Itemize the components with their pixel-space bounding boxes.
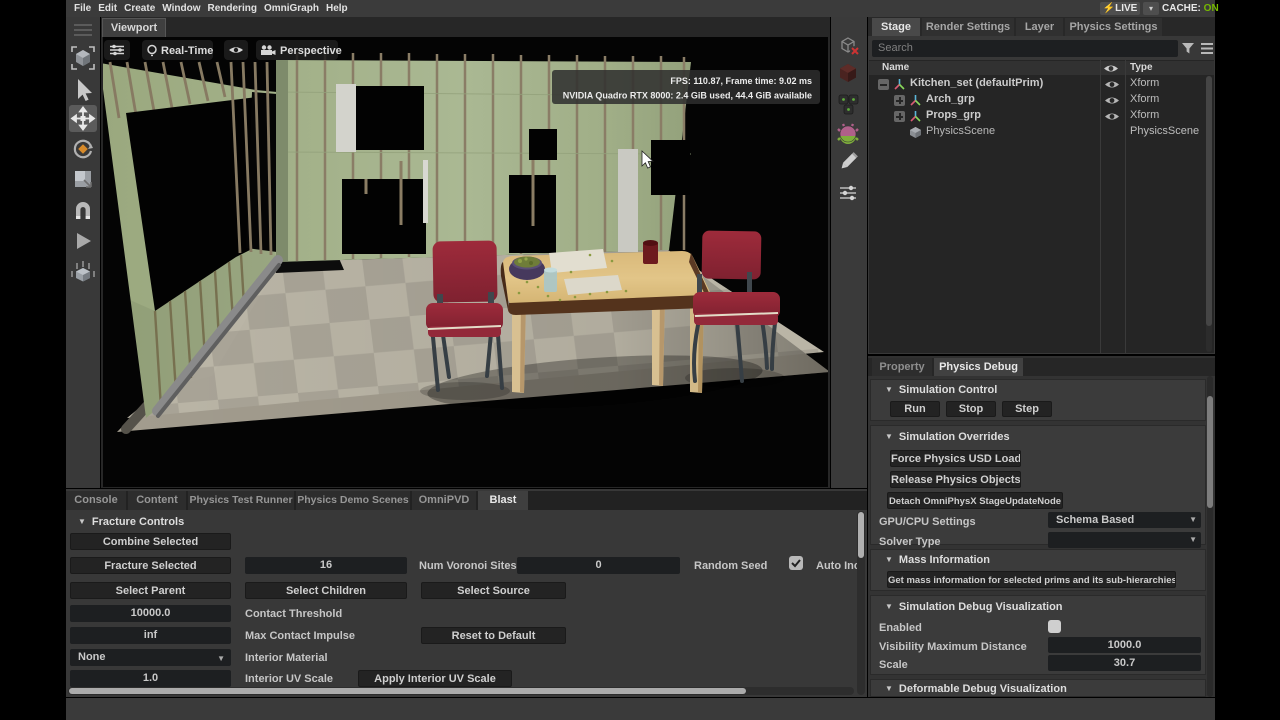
svg-text:Perspective: Perspective: [280, 45, 342, 57]
svg-text:Real-Time: Real-Time: [161, 45, 213, 57]
svg-text:FPS: 110.87, Frame time: 9.02: FPS: 110.87, Frame time: 9.02 ms: [670, 76, 812, 86]
svg-text:NVIDIA Quadro RTX 8000: 2.4 Gi: NVIDIA Quadro RTX 8000: 2.4 GiB used, 44…: [563, 91, 812, 101]
